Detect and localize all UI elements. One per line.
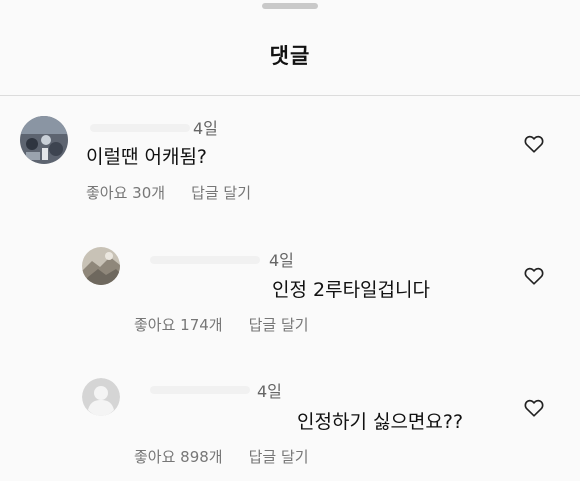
comment-time: 4일	[257, 382, 282, 401]
heart-outline-icon[interactable]	[523, 397, 545, 419]
username-placeholder	[150, 256, 260, 264]
username-placeholder	[150, 386, 250, 394]
reply-button[interactable]: 답글 달기	[191, 182, 251, 203]
heart-outline-icon[interactable]	[523, 133, 545, 155]
comments-sheet: 댓글 4일 이럴땐 어캐됨? 좋아요 30개 답글 달기 4일 인정 2루타일겁…	[0, 0, 580, 481]
like-count[interactable]: 좋아요 898개	[134, 446, 223, 467]
comment-actions: 좋아요 30개 답글 달기	[86, 182, 251, 203]
comment-text: 인정 2루타일겁니다	[272, 279, 430, 301]
header-divider	[0, 95, 580, 96]
like-count[interactable]: 좋아요 174개	[134, 314, 223, 335]
comment-time: 4일	[269, 251, 294, 270]
avatar[interactable]	[20, 116, 68, 164]
comment-actions: 좋아요 174개 답글 달기	[134, 314, 309, 335]
avatar[interactable]	[82, 247, 120, 285]
default-avatar[interactable]	[82, 378, 120, 416]
page-title: 댓글	[269, 44, 311, 68]
comment-text: 이럴땐 어캐됨?	[86, 146, 208, 168]
username-placeholder	[90, 124, 190, 132]
comment-time: 4일	[193, 119, 218, 138]
comment-text: 인정하기 싫으면요??	[297, 411, 464, 433]
like-count[interactable]: 좋아요 30개	[86, 182, 165, 203]
reply-button[interactable]: 답글 달기	[249, 446, 309, 467]
sheet-drag-handle[interactable]	[262, 3, 318, 9]
comment-actions: 좋아요 898개 답글 달기	[134, 446, 309, 467]
reply-button[interactable]: 답글 달기	[249, 314, 309, 335]
heart-outline-icon[interactable]	[523, 265, 545, 287]
